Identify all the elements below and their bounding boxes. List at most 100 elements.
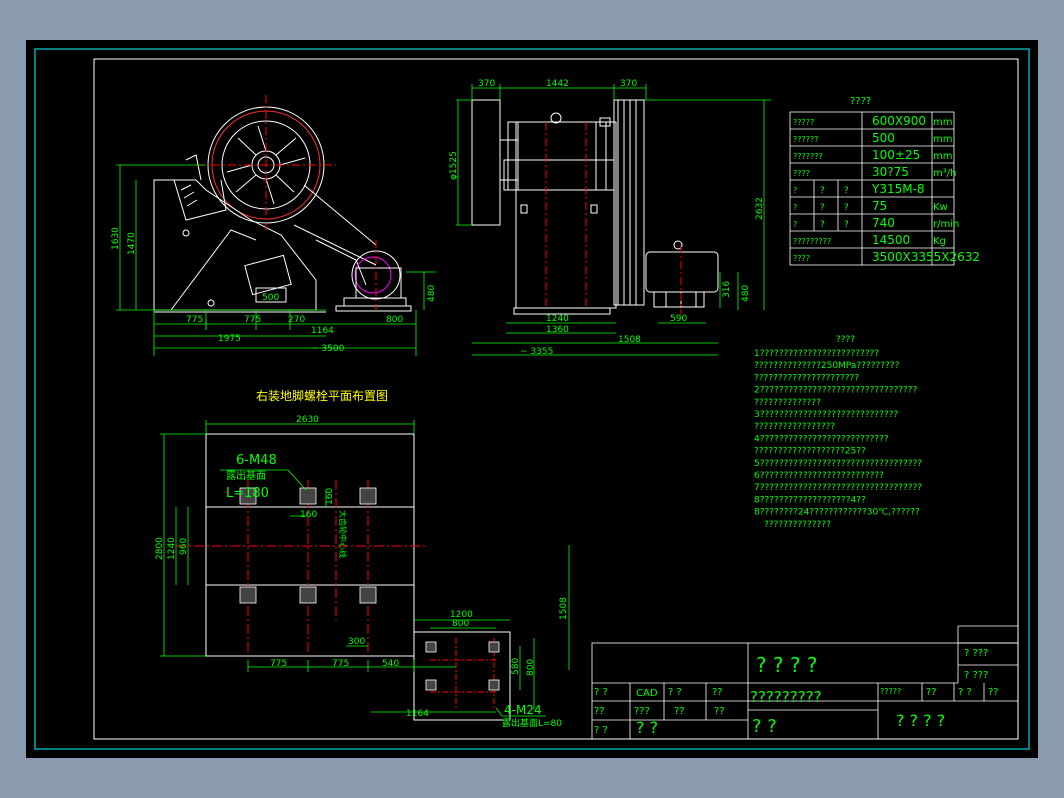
dim-480-side: 480 [741,285,751,302]
spec-value: 600X900 [872,114,926,128]
tb-c6: ??? [634,706,650,717]
note-line: ????????????????? [754,422,835,432]
dim-1164: 1164 [311,326,334,336]
title-block: ? ??? ? ??? ? ? ? ? ????????? ? ? CAD ? … [591,625,1019,740]
dim-dia1525: φ1525 [449,151,459,180]
dim-2632: 2632 [755,197,765,220]
spec-label: ?????? [793,135,818,144]
tb-big: ????????? [750,688,822,706]
spec-unit: r/min [933,219,959,230]
callout-bolt-motor: 4-M24 [504,703,542,717]
tb-c5: ?? [594,706,605,717]
plan-view-title: 右装地脚螺栓平面布置图 [256,388,388,403]
dim-3500: ~ 3500 [311,344,345,354]
spec-unit: mm [933,134,952,145]
spec-sub-a: ? [820,186,825,196]
dim-775-a: 775 [186,315,203,325]
spec-value: Y315M-8 [871,182,925,196]
spec-value: 100±25 [872,148,920,162]
spec-label: ????????? [793,237,831,246]
spec-value: 500 [872,131,895,145]
plan-dim-775-b: 775 [332,659,349,669]
tech-notes: ???? 1??????????????????????????????????… [754,335,922,530]
spec-label: ???? [793,169,810,178]
tb-s1: ????? [880,687,901,696]
plan-dim-300: 300 [348,637,365,647]
plan-dim-160-b: 160 [325,488,335,505]
spec-unit: mm [933,117,952,128]
spec-label: ????? [793,118,814,127]
spec-unit: mm [933,151,952,162]
plan-dim-2800: 2800 [155,537,165,560]
spec-table: ???? ????? 600X900 mm?????? 500 mm??????? 100… [789,96,980,266]
note-line: ?????????????????????? [754,373,859,383]
note-line: ???????????????????25?? [754,447,866,457]
dim-775-b: 775 [244,315,261,325]
note-line: 8????????24????????????30℃,?????? [754,508,920,518]
spec-sub-a: ? [820,203,825,213]
spec-rows: ????? 600X900 mm?????? 500 mm??????? 100±25 mm… [793,114,980,264]
note-line: ?????????????? [754,398,821,408]
spec-value: 75 [872,199,887,213]
dim-1240: 1240 [546,314,569,324]
cad-drawing: 1630 1470 480 775 775 270 1164 800 1975 … [34,48,1030,750]
dim-1470: 1470 [127,232,137,255]
tb-c3: ? ? [668,687,682,698]
plan-dim-800-v: 800 [526,659,536,676]
dim-800: 800 [386,315,403,325]
dim-1442: 1442 [546,79,569,89]
tb-c8: ?? [714,706,725,717]
center-line-label: 大齿轮中心线 [338,510,348,558]
side-view [471,99,719,315]
note-line: 5?????????????????????????????????? [754,459,922,469]
plan-dim-1164: 1164 [406,709,429,719]
spec-label: ? [793,203,797,212]
spec-unit: Kw [933,202,948,213]
callout-len-main: L=180 [226,486,269,501]
dim-316: 316 [722,281,732,298]
plan-dim-960: 960 [179,538,189,555]
tb-c1: ? ? [594,687,608,698]
spec-label: ???? [793,254,810,263]
note-line: 4??????????????????????????? [754,434,889,444]
note-line: 3????????????????????????????? [754,410,898,420]
spec-table-title: ???? [850,96,871,107]
tb-tr1: ? ??? [964,648,988,659]
dim-370-a: 370 [478,79,495,89]
plan-view: 右装地脚螺栓平面布置图 2630 2800 1240 960 160 160 7… [155,388,570,729]
tb-c10: ? ? [636,718,658,737]
notes-lines: 1???????????????????????????????????????… [754,349,922,530]
dim-370-b: 370 [620,79,637,89]
tb-r1: ? ? ? ? [756,653,818,677]
front-view-dim-text: 1630 1470 480 775 775 270 1164 800 1975 … [111,227,437,354]
dim-3355: ~ 3355 [520,347,553,357]
note-line: 7?????????????????????????????????? [754,483,922,493]
callout-bolt-main: 6-M48 [236,453,277,468]
plan-dim-540: 540 [382,659,399,669]
spec-value: 30?75 [872,165,909,179]
callout-expose-motor: 露出基面L=80 [502,717,562,729]
spec-value: 740 [872,216,895,230]
plan-dim-160-a: 160 [300,510,317,520]
tb-s4: ?? [988,687,999,698]
plan-dim-800: 800 [452,619,469,629]
tb-s3: ? ? [958,687,972,698]
side-view-dim-text: 370 1442 370 φ1525 2632 316 480 590 1240… [449,79,765,357]
tb-bottom-right: ? ? ? ? [896,711,945,730]
drawing-sheet: 1630 1470 480 775 775 270 1164 800 1975 … [26,40,1038,758]
dim-480: 480 [427,285,437,302]
spec-label: ??????? [793,152,823,161]
tb-tr2: ? ??? [964,670,988,681]
spec-label: ? [793,186,797,195]
note-line: ??????????????250MPa????????? [754,361,900,371]
plan-dim-1240: 1240 [167,537,177,560]
dim-1360: 1360 [546,325,569,335]
dim-500: 500 [262,293,279,303]
front-view [153,95,412,313]
spec-sub-b: ? [844,186,849,196]
spec-sub-b: ? [844,220,849,230]
note-line: 8???????????????????4?? [754,495,866,505]
tb-s2: ?? [926,687,937,698]
spec-unit: Kg [933,236,946,247]
spec-label: ? [793,220,797,229]
